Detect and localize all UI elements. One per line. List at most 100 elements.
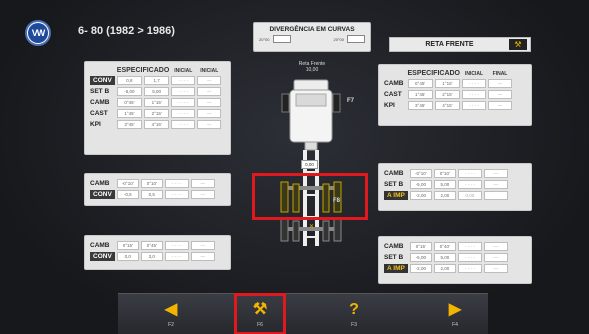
adjust-button-highlight: [234, 293, 286, 334]
row-label: CAMB: [384, 243, 404, 250]
divergence-right-value[interactable]: [347, 35, 365, 43]
initial-value[interactable]: - - - -: [171, 76, 196, 85]
spec-value: 0°45': [140, 241, 163, 250]
spec-value: 3°45': [116, 120, 143, 129]
col-final: FINAL: [492, 70, 508, 77]
spec-value: 2,00: [433, 191, 456, 200]
table-row: CAMB -0°10' 0°10' - - - - —: [90, 179, 215, 188]
spec-value: -5,00: [409, 180, 432, 189]
initial-value[interactable]: - - - -: [457, 264, 482, 273]
col-especificado: ESPECIFICADO: [116, 67, 170, 74]
f7-label: F7: [347, 98, 355, 104]
final-value[interactable]: —: [488, 90, 513, 99]
divergence-right-label: 20°00: [333, 36, 345, 42]
middle-axle-highlight: [252, 173, 368, 220]
bottom-nav-bar: ◀ F2 ⚒ F6 ? F3 ▶ F4: [118, 293, 488, 334]
spec-value: 1,7: [144, 76, 170, 85]
final-value[interactable]: —: [197, 87, 222, 96]
spec-value: 1°45': [407, 90, 433, 99]
row-label: KPI: [384, 102, 395, 109]
spec-value: 1°45': [116, 109, 143, 118]
spec-value: 0,8: [116, 76, 143, 85]
final-value[interactable]: —: [197, 109, 222, 118]
row-label: CAMB: [384, 170, 404, 177]
initial-value[interactable]: - - - -: [164, 241, 189, 250]
alignment-screen: VW 6- 80 (1982 > 1986) DIVERGÊNCIA EM CU…: [0, 0, 589, 334]
axle-offset-value: 0,00: [301, 160, 318, 169]
row-label: CAMB: [90, 242, 110, 249]
final-value[interactable]: —: [190, 190, 215, 199]
initial-value[interactable]: - - - -: [457, 242, 482, 251]
row-label: CAMB: [90, 180, 110, 187]
spec-value: -0°10': [409, 169, 432, 178]
initial-value[interactable]: 0,00: [457, 191, 482, 200]
spec-value: 4°15': [434, 101, 461, 110]
help-button[interactable]: ? F3: [328, 294, 380, 334]
col-inicial: INICIAL: [464, 70, 484, 77]
final-value[interactable]: —: [483, 180, 508, 189]
initial-value[interactable]: - - - -: [462, 79, 487, 88]
initial-value[interactable]: - - - -: [164, 252, 189, 261]
table-row: A IMP -2,00 2,00 0,00: [384, 191, 508, 200]
spec-value: 1°15': [144, 98, 170, 107]
table-row: CAST 1°45' 2°15' - - - - —: [90, 109, 222, 118]
initial-value[interactable]: - - - -: [457, 253, 482, 262]
final-value[interactable]: —: [488, 79, 513, 88]
initial-value[interactable]: - - - -: [462, 101, 487, 110]
initial-value[interactable]: - - - -: [171, 109, 196, 118]
next-key-label: F4: [452, 321, 458, 328]
reta-frente-readout-value: 10,00: [305, 67, 319, 73]
initial-value[interactable]: - - - -: [457, 169, 482, 178]
spec-value: 0°10': [140, 179, 163, 188]
table-row: CONV 0,0 3,0- - - - —: [90, 252, 215, 261]
divergence-left-value[interactable]: [272, 35, 291, 43]
table-row: CONV 0,8 1,7- - - - —: [90, 76, 222, 85]
initial-value[interactable]: - - - -: [462, 90, 487, 99]
initial-value[interactable]: - - - -: [171, 120, 196, 129]
final-value[interactable]: —: [197, 120, 222, 129]
spec-value: 0,0: [116, 252, 139, 261]
spec-value: -0°10': [116, 179, 139, 188]
final-value[interactable]: —: [197, 98, 222, 107]
rear-axle-panel-right: CAMB 0°15' 0°40' - - - - — SET B -5,00 5,00- - …: [378, 236, 532, 284]
spec-value: 3°45': [407, 101, 433, 110]
divergence-title: DIVERGÊNCIA EM CURVAS: [269, 26, 355, 33]
arrow-left-icon: ◀: [164, 300, 178, 318]
final-value[interactable]: —: [190, 252, 215, 261]
initial-value[interactable]: - - - -: [164, 179, 189, 188]
row-label: SET B: [90, 88, 110, 95]
initial-value[interactable]: - - - -: [457, 180, 482, 189]
final-value[interactable]: —: [197, 76, 222, 85]
row-label: A IMP: [384, 191, 408, 200]
initial-value[interactable]: - - - -: [171, 87, 196, 96]
wrench-icon: ⚒: [509, 39, 527, 50]
spec-value: 0,5: [140, 190, 163, 199]
row-label: SET B: [384, 254, 404, 261]
table-row: CAMB 0°45' 1°15' - - - - —: [90, 98, 222, 107]
reta-frente-header[interactable]: RETA FRENTE ⚒: [389, 37, 531, 52]
prev-key-label: F2: [168, 321, 174, 328]
initial-value[interactable]: - - - -: [164, 190, 189, 199]
final-value[interactable]: [483, 191, 508, 200]
next-button[interactable]: ▶ F4: [430, 294, 480, 334]
spec-value: 0°45': [407, 79, 433, 88]
spec-value: 5,00: [433, 180, 456, 189]
spec-value: 5,00: [433, 253, 456, 262]
spec-value: 0°15': [116, 241, 139, 250]
final-value[interactable]: —: [488, 101, 513, 110]
final-value[interactable]: —: [483, 264, 508, 273]
final-value[interactable]: —: [190, 179, 215, 188]
initial-value[interactable]: - - - -: [171, 98, 196, 107]
final-value[interactable]: —: [483, 169, 508, 178]
row-label: CONV: [90, 190, 115, 199]
row-label: CAST: [90, 110, 108, 117]
final-value[interactable]: —: [483, 253, 508, 262]
final-value[interactable]: —: [190, 241, 215, 250]
final-value[interactable]: —: [483, 242, 508, 251]
middle-axle-panel-left: CAMB -0°10' 0°10' - - - - — CONV -0,5 0,5- - - …: [84, 173, 231, 206]
prev-button[interactable]: ◀ F2: [146, 294, 196, 334]
table-row: CAMB 0°45' 1°15' - - - - —: [384, 79, 513, 88]
table-row: CAMB 0°15' 0°45' - - - - —: [90, 241, 215, 250]
vehicle-model-title: 6- 80 (1982 > 1986): [78, 25, 175, 37]
table-row: CAMB 0°15' 0°40' - - - - —: [384, 242, 508, 251]
